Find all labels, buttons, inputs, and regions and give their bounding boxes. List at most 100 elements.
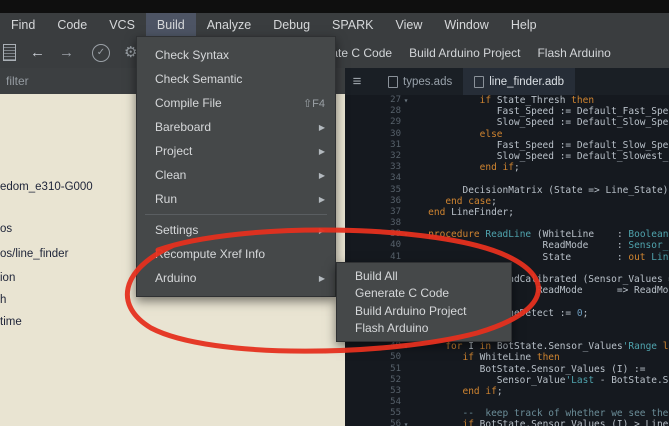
code-line-38[interactable]: 38 <box>345 218 669 229</box>
menu-item-label: Compile File <box>155 96 222 110</box>
build-arduino-project-button[interactable]: Build Arduino Project <box>407 43 522 63</box>
tab-line-finder-adb[interactable]: line_finder.adb <box>463 68 576 95</box>
check-circle-icon[interactable]: ✓ <box>92 43 110 62</box>
line-number: 34 <box>390 173 401 184</box>
file-icon <box>388 75 398 88</box>
forward-arrow-icon[interactable]: → <box>59 38 74 68</box>
menu-item-label: Flash Arduino <box>355 321 429 336</box>
code-text: Slow_Speed := Default_Slowest_Speed; <box>496 150 669 162</box>
menubar-item-debug[interactable]: Debug <box>262 13 321 37</box>
menu-item-label: Recompute Xref Info <box>155 247 266 261</box>
build-menu-item-bareboard[interactable]: Bareboard ▶ <box>137 115 335 139</box>
build-menu-item-settings[interactable]: Settings ▶ <box>137 218 335 242</box>
fold-icon[interactable]: ▾ <box>401 229 411 240</box>
tree-item-os[interactable]: os <box>0 223 12 235</box>
tab-types-ads[interactable]: types.ads <box>377 68 463 95</box>
fold-icon[interactable]: ▾ <box>401 341 411 352</box>
menubar-item-spark[interactable]: SPARK <box>321 13 384 37</box>
menubar: Find Code VCS Build Analyze Debug SPARK View Win… <box>0 13 669 37</box>
code-line-55[interactable]: 55 -- keep track of whether we see the l… <box>345 408 669 419</box>
code-text: Slow_Speed := Default_Slow_Speed; <box>411 117 669 129</box>
menubar-item-help[interactable]: Help <box>500 13 548 37</box>
fold-icon[interactable]: ▾ <box>401 95 411 106</box>
arduino-submenu-item-generate-c-code[interactable]: Generate C Code <box>337 285 511 303</box>
build-menu-item-arduino[interactable]: Arduino ▶ <box>137 266 335 290</box>
build-menu-item-check-semantic[interactable]: Check Semantic <box>137 67 335 91</box>
line-number: 53 <box>390 385 401 396</box>
menu-item-label: Bareboard <box>155 120 212 134</box>
tree-item-time[interactable]: time <box>0 316 22 328</box>
code-line-34[interactable]: 34 <box>345 173 669 184</box>
code-line-32[interactable]: 32 Slow_Speed := Default_Slowest_Speed; <box>345 151 669 162</box>
fold-gutter <box>401 218 411 229</box>
code-line-56[interactable]: 56 ▾ if BotState.Sensor_Values (I) > Line… <box>345 419 669 426</box>
menubar-item-code[interactable]: Code <box>46 13 98 37</box>
code-line-36[interactable]: 36 end case; <box>345 196 669 207</box>
code-text: BotState.Sensor_Values (I) := <box>411 363 646 375</box>
code-line-53[interactable]: 53 end if; <box>345 386 669 397</box>
code-line-39[interactable]: 39 ▾ procedure ReadLine (WhiteLine : Bool… <box>345 229 669 240</box>
hamburger-menu-icon[interactable]: ≡ <box>345 73 369 90</box>
tree-item-h[interactable]: h <box>0 294 6 306</box>
code-line-52[interactable]: 52 Sensor_Value'Last - BotState.Sensor_V… <box>345 375 669 386</box>
code-line-27[interactable]: 27 ▾ if State_Thresh then <box>345 95 669 106</box>
code-text: -- keep track of whether we see the line <box>462 408 669 420</box>
build-menu-item-recompute-xref-info[interactable]: Recompute Xref Info <box>137 242 335 266</box>
build-menu-item-compile-file[interactable]: Compile File ⇧F4 <box>137 91 335 115</box>
check-glyph: ✓ <box>96 47 106 58</box>
back-arrow-icon[interactable]: ← <box>30 38 45 68</box>
arduino-submenu-item-flash-arduino[interactable]: Flash Arduino <box>337 320 511 338</box>
code-line-37[interactable]: 37 end LineFinder; <box>345 207 669 218</box>
fold-gutter <box>401 185 411 196</box>
menubar-item-find[interactable]: Find <box>0 13 46 37</box>
code-line-35[interactable]: 35 DecisionMatrix (State => Line_State); <box>345 185 669 196</box>
arduino-submenu-item-build-all[interactable]: Build All <box>337 267 511 285</box>
code-text: end case; <box>445 195 497 207</box>
line-number: 38 <box>390 218 401 229</box>
fold-gutter <box>401 240 411 251</box>
build-menu-item-project[interactable]: Project ▶ <box>137 139 335 163</box>
code-line-33[interactable]: 33 end if; <box>345 162 669 173</box>
fold-gutter <box>401 207 411 218</box>
line-number: 36 <box>390 195 401 206</box>
fold-gutter <box>401 173 411 184</box>
menubar-item-vcs[interactable]: VCS <box>98 13 146 37</box>
menubar-item-view[interactable]: View <box>385 13 434 37</box>
code-area[interactable]: 27 ▾ if State_Thresh then 28 Fast_Speed :=… <box>345 95 669 426</box>
menubar-item-window[interactable]: Window <box>433 13 499 37</box>
code-line-30[interactable]: 30 else <box>345 129 669 140</box>
line-number: 33 <box>390 162 401 173</box>
tree-item-ion[interactable]: ion <box>0 272 15 284</box>
menu-item-label: Run <box>155 192 178 206</box>
build-menu-item-clean[interactable]: Clean ▶ <box>137 163 335 187</box>
code-line-49[interactable]: 49 ▾ for I in BotState.Sensor_Values'Rang… <box>345 341 669 352</box>
code-line-50[interactable]: 50 if WhiteLine then <box>345 352 669 363</box>
code-line-40[interactable]: 40 ReadMode : Sensor_Read_Mode; <box>345 240 669 251</box>
code-text: Sensor_Value'Last - BotState.Sensor_Valu… <box>411 374 669 386</box>
fold-gutter <box>401 106 411 117</box>
submenu-arrow-icon: ▶ <box>318 273 325 283</box>
code-line-28[interactable]: 28 Fast_Speed := Default_Fast_Speed; <box>345 106 669 117</box>
line-number: 54 <box>390 397 401 408</box>
build-menu-item-run[interactable]: Run ▶ <box>137 187 335 211</box>
fold-icon[interactable]: ▾ <box>401 419 411 426</box>
fold-gutter <box>401 196 411 207</box>
code-line-29[interactable]: 29 Slow_Speed := Default_Slow_Speed; <box>345 117 669 128</box>
fold-gutter <box>401 151 411 162</box>
tree-item-os-line-finder[interactable]: os/line_finder <box>0 248 68 260</box>
tree-item-edom-e310-g000[interactable]: edom_e310-G000 <box>0 181 93 193</box>
tab-label: line_finder.adb <box>489 75 565 88</box>
code-text: DecisionMatrix (State => Line_State); <box>411 184 669 196</box>
document-icon[interactable] <box>3 44 16 61</box>
code-line-31[interactable]: 31 Fast_Speed := Default_Slow_Speed; <box>345 140 669 151</box>
menu-item-label: Generate C Code <box>355 286 450 301</box>
code-line-51[interactable]: 51 BotState.Sensor_Values (I) := <box>345 364 669 375</box>
build-menu-item-check-syntax[interactable]: Check Syntax <box>137 43 335 67</box>
flash-arduino-button[interactable]: Flash Arduino <box>535 43 612 63</box>
line-number: 40 <box>390 240 401 251</box>
menubar-item-analyze[interactable]: Analyze <box>196 13 262 37</box>
arduino-submenu-item-build-arduino-project[interactable]: Build Arduino Project <box>337 302 511 320</box>
code-text: if BotState.Sensor_Values (I) > Line_Thr… <box>462 419 669 426</box>
menubar-item-build[interactable]: Build <box>145 13 196 37</box>
code-line-54[interactable]: 54 <box>345 397 669 408</box>
